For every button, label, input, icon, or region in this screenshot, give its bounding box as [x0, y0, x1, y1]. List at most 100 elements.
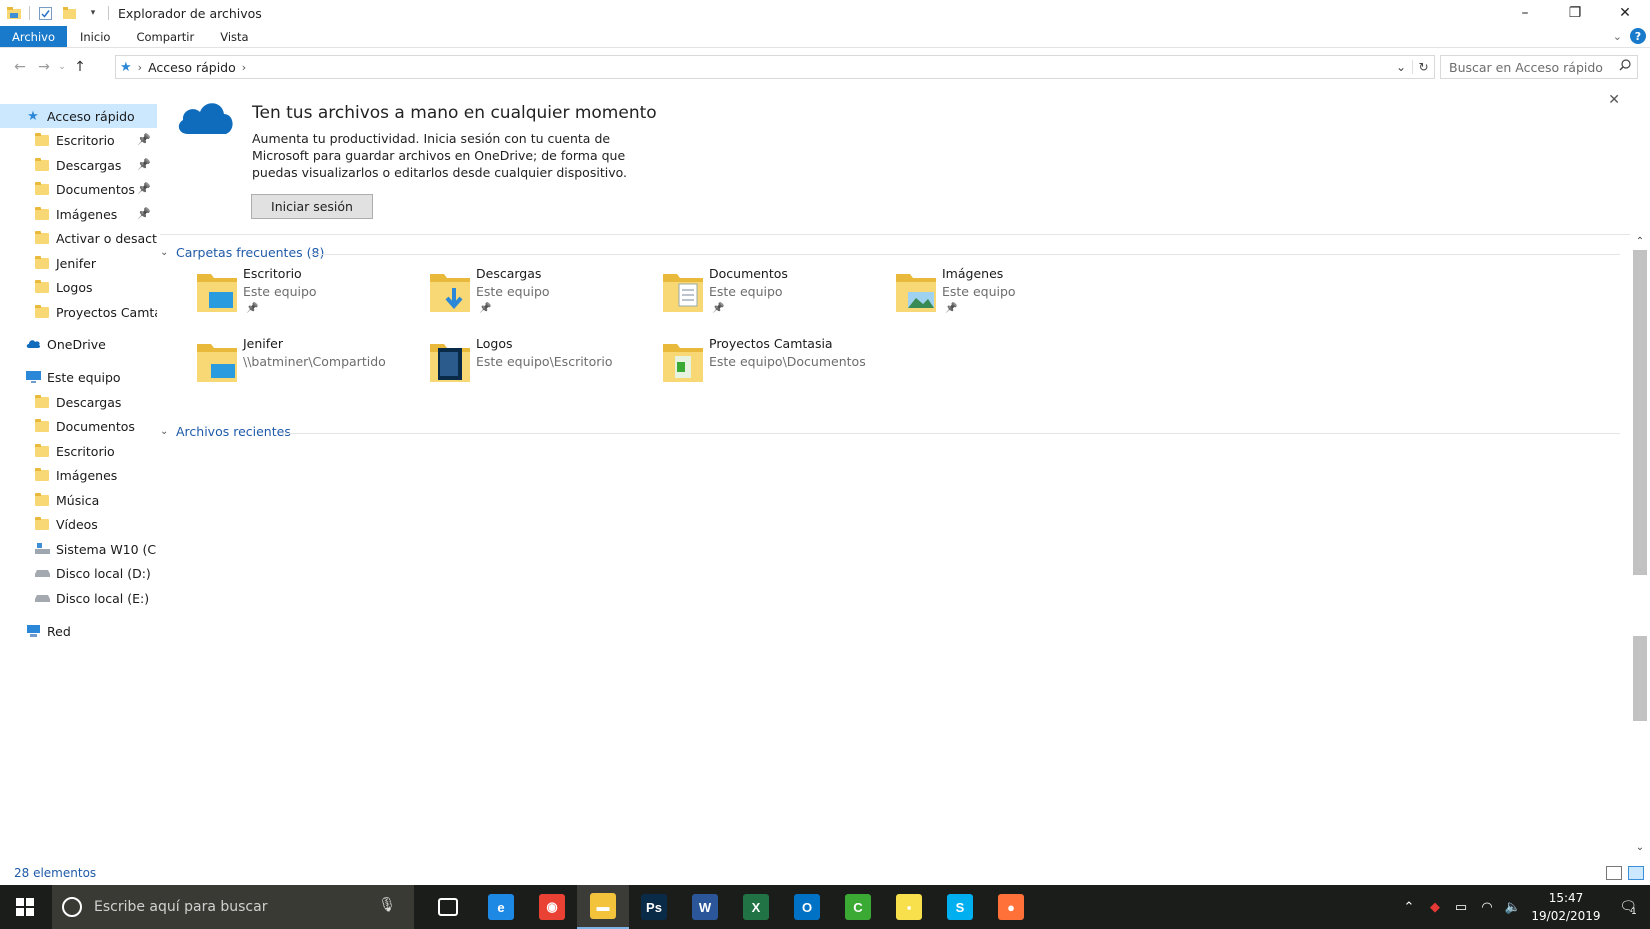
recent-files-header[interactable]: ⌄ Archivos recientes: [160, 424, 291, 439]
address-history-chevron-icon[interactable]: ⌄: [1390, 60, 1412, 74]
taskbar-app[interactable]: ◉: [526, 885, 578, 929]
frequent-folder-tile[interactable]: Proyectos Camtasia Este equipo\Documentos: [663, 336, 893, 398]
start-button[interactable]: [0, 885, 50, 929]
taskbar-app[interactable]: C: [832, 885, 884, 929]
frequent-folder-tile[interactable]: Escritorio Este equipo 📌: [197, 266, 427, 328]
frequent-folder-tile[interactable]: Documentos Este equipo 📌: [663, 266, 893, 328]
sidebar-item[interactable]: Documentos: [0, 414, 157, 438]
microphone-icon[interactable]: 🎙: [378, 897, 396, 913]
large-icons-view-icon[interactable]: [1628, 866, 1644, 880]
frequent-folder-tile[interactable]: Logos Este equipo\Escritorio: [430, 336, 660, 398]
minimize-button[interactable]: –: [1500, 0, 1550, 26]
details-view-icon[interactable]: [1606, 866, 1622, 880]
close-button[interactable]: ✕: [1600, 0, 1650, 26]
taskbar-app[interactable]: X: [730, 885, 782, 929]
sidebar-item[interactable]: Música: [0, 488, 157, 512]
banner-close-icon[interactable]: ✕: [1608, 92, 1620, 108]
restore-button[interactable]: ❐: [1550, 0, 1600, 26]
up-button[interactable]: ↑: [68, 55, 92, 79]
taskbar-app[interactable]: W: [679, 885, 731, 929]
sidebar-item[interactable]: Escritorio: [0, 439, 157, 463]
sidebar-item[interactable]: Disco local (D:): [0, 561, 157, 585]
scroll-up-arrow-icon[interactable]: ⌃: [1634, 236, 1646, 247]
tab-archivo[interactable]: Archivo: [0, 26, 67, 47]
search-icon[interactable]: [1619, 59, 1631, 74]
sidebar-item[interactable]: Jenifer: [0, 251, 157, 275]
taskbar-app[interactable]: e: [475, 885, 527, 929]
cortana-icon[interactable]: [62, 897, 82, 917]
address-bar[interactable]: ★ › Acceso rápido › ⌄ ↻: [115, 55, 1435, 79]
sidebar-item[interactable]: OneDrive: [0, 332, 157, 356]
breadcrumb-chevron-icon[interactable]: ›: [242, 61, 246, 74]
pin-icon[interactable]: 📌: [137, 207, 151, 220]
collapse-chevron-icon[interactable]: ⌄: [160, 426, 174, 437]
sign-in-button[interactable]: Iniciar sesión: [251, 194, 373, 219]
pin-icon[interactable]: 📌: [945, 303, 957, 314]
help-icon[interactable]: ?: [1630, 28, 1646, 44]
frequent-folder-tile[interactable]: Jenifer \\batminer\Compartido: [197, 336, 427, 398]
pin-icon[interactable]: 📌: [712, 303, 724, 314]
sidebar-item[interactable]: Sistema W10 (C:): [0, 537, 157, 561]
frequent-folder-tile[interactable]: Descargas Este equipo 📌: [430, 266, 660, 328]
taskbar-app[interactable]: ▪: [883, 885, 935, 929]
scroll-down-arrow-icon[interactable]: ⌄: [1634, 842, 1646, 853]
sidebar-item[interactable]: Descargas 📌: [0, 153, 157, 177]
pin-icon[interactable]: 📌: [479, 303, 491, 314]
pin-icon[interactable]: 📌: [137, 133, 151, 146]
taskbar-search-box[interactable]: Escribe aquí para buscar 🎙: [52, 885, 414, 929]
expand-ribbon-chevron-icon[interactable]: ⌄: [1613, 30, 1622, 43]
toolbar-separator: [29, 6, 30, 20]
scrollbar-thumb[interactable]: [1633, 250, 1647, 575]
folder-name: Descargas: [476, 266, 542, 281]
explorer-app-icon[interactable]: [6, 5, 22, 21]
sidebar-item[interactable]: Documentos 📌: [0, 177, 157, 201]
scrollbar-thumb-lower[interactable]: [1633, 636, 1647, 721]
frequent-folder-tile[interactable]: Imágenes Este equipo 📌: [896, 266, 1126, 328]
show-hidden-icons-chevron-icon[interactable]: ⌃: [1396, 900, 1422, 915]
sidebar-item[interactable]: Imágenes 📌: [0, 202, 157, 226]
breadcrumb-acceso-rapido[interactable]: Acceso rápido: [148, 60, 236, 75]
sidebar-item[interactable]: Este equipo: [0, 365, 157, 389]
taskbar-app[interactable]: O: [781, 885, 833, 929]
sidebar-item[interactable]: Escritorio 📌: [0, 128, 157, 152]
search-input[interactable]: Buscar en Acceso rápido: [1440, 55, 1638, 79]
taskbar-app[interactable]: S: [934, 885, 986, 929]
pin-icon[interactable]: 📌: [137, 182, 151, 195]
taskbar-app[interactable]: ▬: [577, 885, 629, 929]
breadcrumb-separator-icon[interactable]: ›: [138, 61, 142, 74]
tab-inicio[interactable]: Inicio: [67, 26, 123, 47]
wifi-icon[interactable]: ◠: [1474, 900, 1500, 915]
new-folder-icon[interactable]: [61, 5, 77, 21]
sidebar-item[interactable]: Imágenes: [0, 463, 157, 487]
pin-icon[interactable]: 📌: [137, 158, 151, 171]
sidebar-item[interactable]: Descargas: [0, 390, 157, 414]
sidebar-item[interactable]: Vídeos: [0, 512, 157, 536]
pin-icon[interactable]: 📌: [246, 303, 258, 314]
action-center-button[interactable]: 🗨 1: [1606, 897, 1650, 917]
antivirus-icon[interactable]: ◆: [1422, 900, 1448, 915]
frequent-folders-header[interactable]: ⌄ Carpetas frecuentes (8): [160, 245, 324, 260]
sidebar-item[interactable]: Red: [0, 619, 157, 643]
sidebar-item[interactable]: Logos: [0, 275, 157, 299]
tab-vista[interactable]: Vista: [207, 26, 261, 47]
tab-compartir[interactable]: Compartir: [123, 26, 207, 47]
taskbar-app[interactable]: Ps: [628, 885, 680, 929]
folder-location: Este equipo: [243, 284, 317, 299]
clock[interactable]: 15:47 19/02/2019: [1526, 889, 1606, 925]
collapse-chevron-icon[interactable]: ⌄: [160, 247, 174, 258]
recent-locations-chevron-icon[interactable]: ⌄: [56, 55, 68, 79]
properties-icon[interactable]: [37, 5, 53, 21]
sidebar-item[interactable]: Disco local (E:): [0, 586, 157, 610]
taskbar-app[interactable]: ⧉: [422, 885, 474, 929]
vertical-scrollbar[interactable]: ⌃ ⌄: [1630, 236, 1650, 866]
refresh-icon[interactable]: ↻: [1412, 60, 1434, 74]
volume-icon[interactable]: 🔈: [1500, 900, 1526, 915]
customize-toolbar-chevron-icon[interactable]: ▾: [85, 5, 101, 21]
back-button[interactable]: ←: [8, 55, 32, 79]
sidebar-item[interactable]: ★ Acceso rápido: [0, 104, 157, 128]
forward-button[interactable]: →: [32, 55, 56, 79]
taskbar-app[interactable]: ●: [985, 885, 1037, 929]
sidebar-item[interactable]: Activar o desactiv: [0, 226, 157, 250]
battery-icon[interactable]: ▭: [1448, 900, 1474, 915]
sidebar-item[interactable]: Proyectos Camtas: [0, 300, 157, 324]
